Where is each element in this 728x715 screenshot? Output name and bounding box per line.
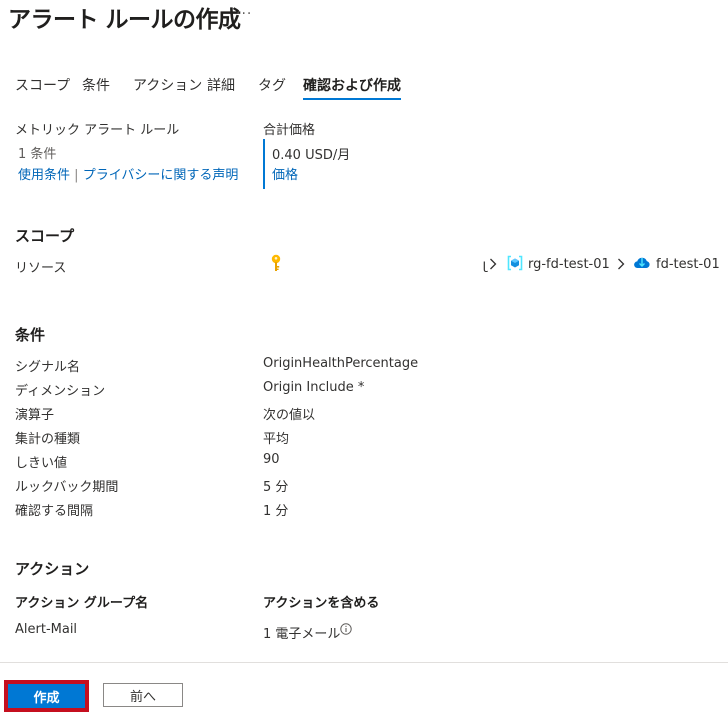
action-group-name-header: アクション グループ名	[15, 596, 149, 611]
dimension-value: Origin Include *	[263, 380, 365, 395]
resource-group-icon	[507, 255, 523, 271]
condition-count: 1 条件	[18, 147, 57, 162]
total-price-label: 合計価格	[263, 123, 316, 138]
operator-value: 次の値以	[263, 408, 316, 423]
front-door-cloud-icon	[633, 255, 651, 271]
tab-details[interactable]: 詳細	[207, 75, 235, 95]
aggregation-value: 平均	[263, 432, 290, 447]
price-accent-bar	[263, 139, 265, 189]
pricing-link[interactable]: 価格	[272, 164, 298, 183]
threshold-value: 90	[263, 452, 280, 467]
resource-link[interactable]: fd-test-01	[656, 257, 720, 272]
action-includes-header: アクションを含める	[263, 596, 380, 611]
key-icon	[270, 254, 282, 272]
operator-label: 演算子	[15, 408, 55, 423]
link-separator: |	[74, 168, 79, 183]
total-price-value: 0.40 USD/月	[272, 148, 351, 163]
alert-rule-review-page: アラート ルールの作成 ··· スコープ 条件 アクション 詳細 タグ 確認およ…	[0, 0, 728, 715]
signal-name-label: シグナル名	[15, 360, 81, 375]
rule-type-label: メトリック アラート ルール	[15, 123, 180, 138]
aggregation-label: 集計の種類	[15, 432, 81, 447]
tab-scope[interactable]: スコープ	[15, 75, 70, 95]
actions-section-title: アクション	[15, 560, 90, 578]
frequency-label: 確認する間隔	[15, 504, 94, 519]
page-title: アラート ルールの作成	[8, 7, 241, 33]
legal-links: 使用条件 | プライバシーに関する声明	[18, 164, 238, 183]
more-options-button[interactable]: ···	[236, 6, 252, 22]
tab-actions[interactable]: アクション	[133, 75, 202, 95]
scope-section-title: スコープ	[15, 227, 75, 245]
dimension-label: ディメンション	[15, 384, 106, 399]
info-icon[interactable]	[340, 623, 352, 635]
privacy-link[interactable]: プライバシーに関する声明	[83, 168, 239, 183]
tab-review-create[interactable]: 確認および作成	[303, 75, 401, 100]
lookback-label: ルックバック期間	[15, 480, 119, 495]
previous-button[interactable]: 前へ	[103, 683, 183, 707]
tab-condition[interactable]: 条件	[82, 75, 110, 95]
footer-divider	[0, 662, 728, 663]
action-group-name: Alert-Mail	[15, 622, 78, 637]
threshold-label: しきい値	[15, 456, 68, 471]
create-button[interactable]: 作成	[8, 684, 85, 708]
condition-section-title: 条件	[15, 326, 46, 344]
chevron-right-icon	[489, 258, 497, 270]
resource-group-link[interactable]: rg-fd-test-01	[528, 257, 610, 272]
terms-link[interactable]: 使用条件	[18, 168, 70, 183]
resource-label: リソース	[15, 261, 67, 276]
tab-tags[interactable]: タグ	[258, 75, 286, 95]
lookback-value: 5 分	[263, 480, 289, 495]
frequency-value: 1 分	[263, 504, 289, 519]
signal-name-value: OriginHealthPercentage	[263, 356, 419, 371]
action-includes-value: 1 電子メール	[263, 627, 341, 642]
chevron-right-icon	[617, 258, 625, 270]
